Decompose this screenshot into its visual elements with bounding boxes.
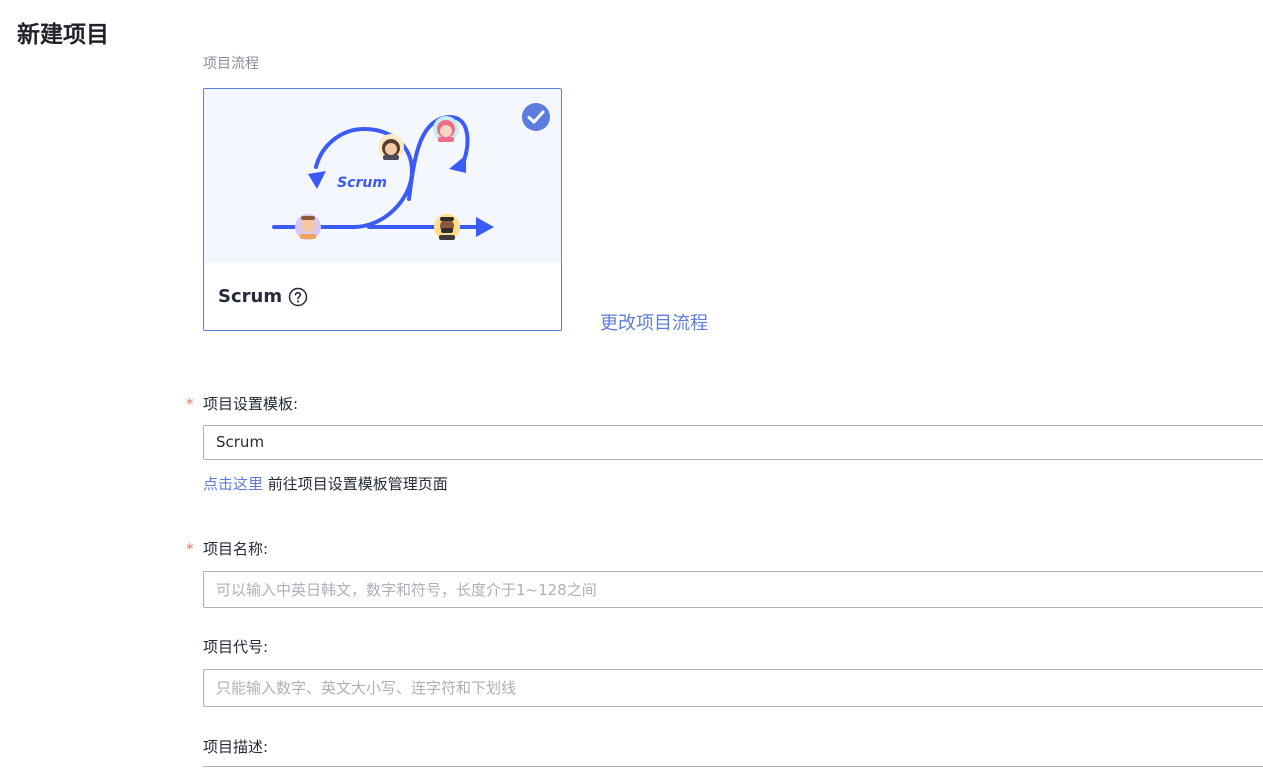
question-circle-icon[interactable] xyxy=(288,287,308,307)
project-description-label: 项目描述: xyxy=(203,738,269,756)
project-name-label: 项目名称: xyxy=(203,540,269,558)
template-hint: 点击这里 前往项目设置模板管理页面 xyxy=(203,474,448,494)
page-title: 新建项目 xyxy=(17,22,109,48)
process-section-label: 项目流程 xyxy=(203,56,259,72)
template-label: 项目设置模板: xyxy=(203,395,299,413)
process-card-scrum[interactable]: Scrum Scrum xyxy=(203,88,562,331)
project-description-input[interactable] xyxy=(203,766,1263,777)
scrum-cycle-diagram: Scrum xyxy=(272,114,494,240)
template-manage-link[interactable]: 点击这里 xyxy=(203,475,263,493)
template-hint-text: 前往项目设置模板管理页面 xyxy=(267,475,448,493)
project-name-input[interactable] xyxy=(203,571,1263,608)
process-card-name: Scrum xyxy=(218,286,283,307)
change-process-link[interactable]: 更改项目流程 xyxy=(600,312,708,336)
avatar-woman-brown-hair xyxy=(378,134,404,160)
check-circle-icon xyxy=(522,103,550,131)
avatar-bearded-man xyxy=(434,214,460,240)
required-mark: * xyxy=(186,395,194,413)
avatar-bald-man xyxy=(295,214,321,240)
avatar-woman-pink-hair xyxy=(433,116,459,142)
scrum-illustration: Scrum xyxy=(204,89,561,263)
project-code-input[interactable] xyxy=(203,669,1263,707)
illustration-label: Scrum xyxy=(337,175,387,191)
project-code-label: 项目代号: xyxy=(203,638,269,656)
required-mark: * xyxy=(186,540,194,558)
template-select[interactable]: Scrum xyxy=(203,425,1263,460)
